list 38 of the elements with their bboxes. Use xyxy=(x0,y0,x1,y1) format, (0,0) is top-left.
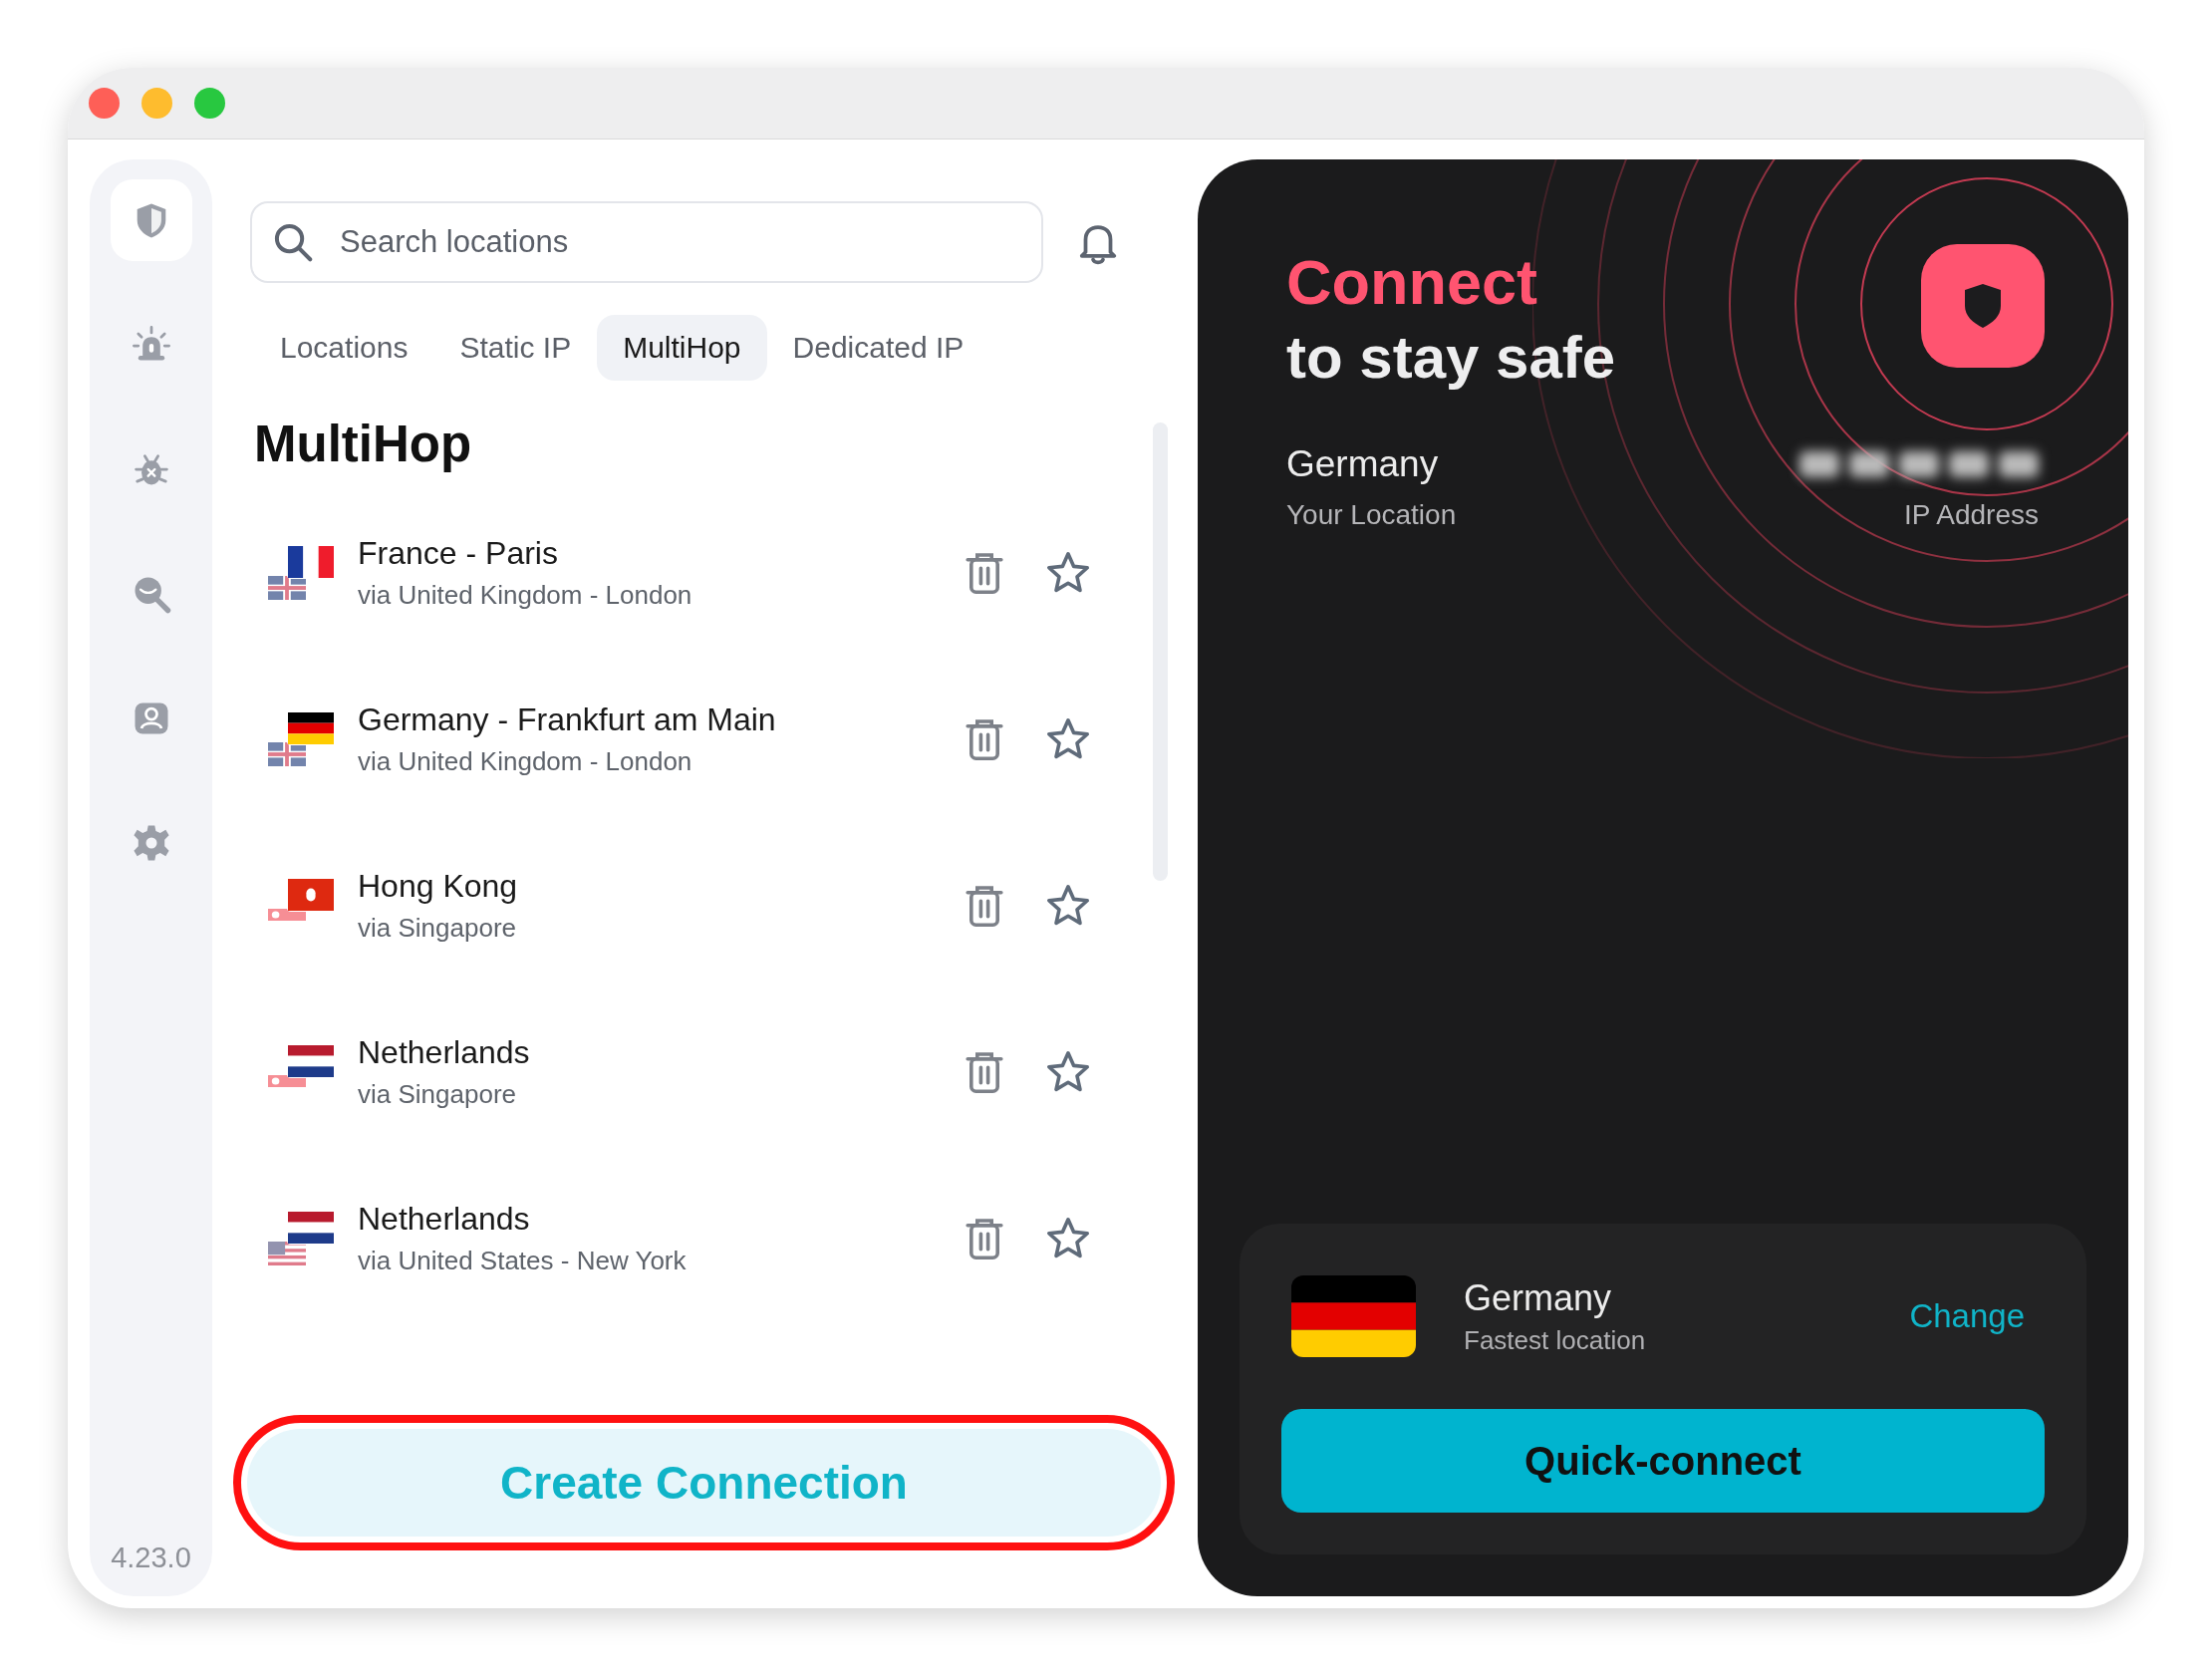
flag-pair-icon xyxy=(268,545,334,600)
tab[interactable]: MultiHop xyxy=(597,315,767,381)
location-label: Your Location xyxy=(1286,498,1457,531)
route-item[interactable]: France - Paris via United Kingdom - London xyxy=(254,489,1192,656)
route-via: via United Kingdom - London xyxy=(358,579,693,611)
route-item[interactable]: Germany - Frankfurt am Main via United Kingdom - London xyxy=(254,656,1192,822)
sidebar-button[interactable] xyxy=(110,179,192,261)
route-name: Netherlands xyxy=(358,1033,531,1071)
tab[interactable]: Static IP xyxy=(433,315,598,381)
flag-icon xyxy=(1291,1275,1416,1357)
connect-headline: Connect xyxy=(1286,246,1538,319)
route-name: Hong Kong xyxy=(358,867,519,905)
connect-subheadline: to stay safe xyxy=(1286,322,1616,393)
quick-connect-note: Fastest location xyxy=(1464,1324,1647,1356)
change-link[interactable]: Change xyxy=(1909,1297,2025,1335)
flag-pair-icon xyxy=(268,1211,334,1265)
route-name: France - Paris xyxy=(358,534,559,572)
route-via: via Singapore xyxy=(358,1078,517,1110)
tab[interactable]: Locations xyxy=(254,315,434,381)
route-item[interactable]: Netherlands via United States - New York xyxy=(254,1155,1192,1321)
flag-pair-icon xyxy=(268,711,334,766)
route-name: Netherlands xyxy=(358,1200,531,1238)
quick-connect-button[interactable]: Quick-connect xyxy=(1281,1409,2045,1513)
route-item[interactable]: Hong Kong via Singapore xyxy=(254,822,1192,988)
shield-button-icon[interactable] xyxy=(1921,244,2045,368)
route-via: via United States - New York xyxy=(358,1245,688,1276)
section-heading: MultiHop xyxy=(254,415,473,473)
route-name: Germany - Frankfurt am Main xyxy=(358,700,777,738)
version-label: 4.23.0 xyxy=(111,1541,191,1574)
quick-connect-country: Germany xyxy=(1464,1276,1613,1319)
location-country: Germany xyxy=(1286,442,1440,485)
ip-address-label: IP Address xyxy=(1904,498,2039,531)
close-button[interactable] xyxy=(89,88,120,119)
tab[interactable]: Dedicated IP xyxy=(766,315,990,381)
route-via: via Singapore xyxy=(358,912,517,944)
route-item[interactable]: Netherlands via Singapore xyxy=(254,988,1192,1155)
search-field[interactable]: Search locations xyxy=(250,201,1043,283)
route-via: via United Kingdom - London xyxy=(358,745,693,777)
